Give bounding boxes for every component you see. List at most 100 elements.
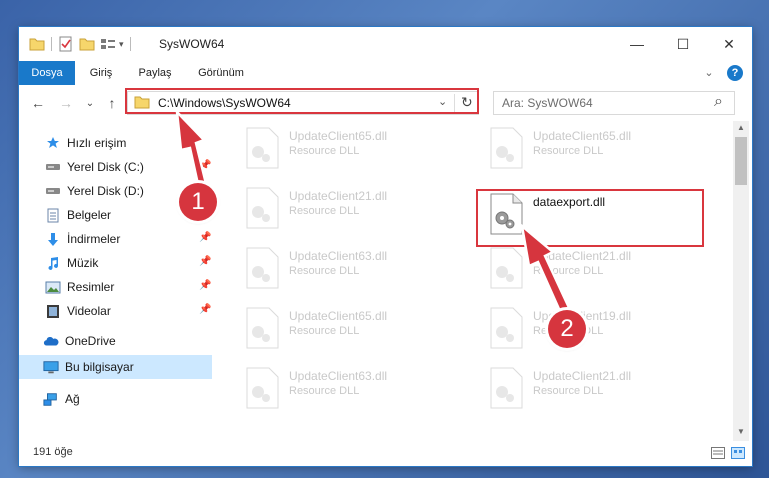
sidebar-item-videos[interactable]: Videolar 📌 xyxy=(19,299,212,323)
network-icon xyxy=(43,391,59,407)
search-box[interactable]: Ara: SysWOW64 ⌕ xyxy=(493,91,735,115)
sidebar-item-music[interactable]: Müzik 📌 xyxy=(19,251,212,275)
tab-gorunum[interactable]: Görünüm xyxy=(191,61,251,85)
file-highlight xyxy=(476,189,704,247)
minimize-button[interactable]: — xyxy=(614,27,660,61)
drive-icon xyxy=(45,183,61,199)
scroll-down-icon[interactable]: ▼ xyxy=(737,427,745,436)
search-icon[interactable]: ⌕ xyxy=(714,93,723,111)
dll-file-icon xyxy=(246,307,279,349)
file-name: UpdateClient65.dll xyxy=(289,129,388,143)
file-name: UpdateClient65.dll xyxy=(533,129,632,143)
file-item[interactable]: UpdateClient65.dll Resource DLL xyxy=(235,301,450,353)
file-type: Resource DLL xyxy=(289,145,360,157)
scrollbar-thumb[interactable] xyxy=(735,137,747,185)
cloud-icon xyxy=(43,333,59,349)
dll-file-icon xyxy=(490,247,523,289)
maximize-button[interactable]: ☐ xyxy=(660,27,706,61)
properties-icon[interactable] xyxy=(58,36,74,52)
dll-file-icon xyxy=(490,367,523,409)
forward-button[interactable]: → xyxy=(57,94,75,112)
sidebar-item-label: Bu bilgisayar xyxy=(65,360,134,374)
sidebar-item-label: Resimler xyxy=(67,280,115,294)
sidebar-item-label: Ağ xyxy=(65,392,80,406)
file-item[interactable]: UpdateClient21.dll Resource DLL xyxy=(235,181,450,233)
file-item[interactable]: UpdateClient65.dll Resource DLL xyxy=(235,121,450,173)
pin-icon: 📌 xyxy=(199,256,212,267)
file-list: UpdateClient65.dll Resource DLL UpdateCl… xyxy=(215,121,733,441)
file-name: UpdateClient21.dll xyxy=(533,249,632,263)
back-button[interactable]: ← xyxy=(29,94,47,112)
file-name: UpdateClient21.dll xyxy=(533,369,632,383)
sidebar-item-pictures[interactable]: Resimler 📌 xyxy=(19,275,212,299)
folder-icon[interactable] xyxy=(29,37,45,51)
dll-file-icon xyxy=(490,307,523,349)
pin-icon: 📌 xyxy=(199,232,212,243)
scroll-up-icon[interactable]: ▲ xyxy=(737,123,745,132)
navigation-pane: Hızlı erişim Yerel Disk (C:) 📌 Yerel Dis… xyxy=(19,121,212,441)
download-icon xyxy=(45,231,61,247)
music-icon xyxy=(45,255,61,271)
recent-locations-button[interactable]: ⌄ xyxy=(81,94,99,112)
file-item[interactable]: UpdateClient21.dll Resource DLL xyxy=(479,241,694,293)
star-icon xyxy=(45,135,61,151)
help-icon[interactable]: ? xyxy=(727,65,743,81)
up-button[interactable]: ↑ xyxy=(103,94,121,112)
file-type: Resource DLL xyxy=(289,205,360,217)
close-button[interactable]: ✕ xyxy=(706,27,752,61)
file-type: Resource DLL xyxy=(533,385,604,397)
sidebar-item-label: Videolar xyxy=(67,304,111,318)
customize-icon[interactable] xyxy=(100,37,116,51)
picture-icon xyxy=(45,279,61,295)
window-title: SysWOW64 xyxy=(159,37,225,51)
sidebar-item-disk-c[interactable]: Yerel Disk (C:) 📌 xyxy=(19,155,212,179)
dll-file-icon xyxy=(490,127,523,169)
file-type: Resource DLL xyxy=(289,265,360,277)
file-item[interactable]: UpdateClient65.dll Resource DLL xyxy=(479,121,694,173)
dll-file-icon xyxy=(246,127,279,169)
status-bar: 191 öğe xyxy=(19,441,752,466)
tab-dosya[interactable]: Dosya xyxy=(19,61,75,85)
sidebar-item-this-pc[interactable]: Bu bilgisayar xyxy=(19,355,212,379)
sidebar-item-label: Yerel Disk (C:) xyxy=(67,160,144,174)
vertical-scrollbar[interactable]: ▲ ▼ xyxy=(733,121,749,441)
sidebar-item-quick-access[interactable]: Hızlı erişim xyxy=(19,131,212,155)
pin-icon: 📌 xyxy=(199,280,212,291)
dll-file-icon xyxy=(246,367,279,409)
sidebar-item-network[interactable]: Ağ xyxy=(19,387,212,411)
file-item[interactable]: UpdateClient63.dll Resource DLL xyxy=(235,241,450,293)
dll-file-icon xyxy=(246,187,279,229)
pin-icon: 📌 xyxy=(199,160,212,171)
ribbon-tabs: Dosya Giriş Paylaş Görünüm ⌄ ? xyxy=(19,61,752,86)
file-type: Resource DLL xyxy=(289,385,360,397)
title-bar: ▾ SysWOW64 — ☐ ✕ xyxy=(19,27,752,61)
tab-giris[interactable]: Giriş xyxy=(81,61,121,85)
quick-access-toolbar: ▾ xyxy=(29,36,137,52)
details-view-icon[interactable] xyxy=(711,447,725,459)
search-placeholder[interactable]: Ara: SysWOW64 xyxy=(502,96,593,110)
file-item[interactable]: UpdateClient63.dll Resource DLL xyxy=(235,361,450,413)
sidebar-item-label: OneDrive xyxy=(65,334,116,348)
sidebar-item-label: Hızlı erişim xyxy=(67,136,127,150)
sidebar-item-downloads[interactable]: İndirmeler 📌 xyxy=(19,227,212,251)
navigation-bar: ← → ⌄ ↑ C:\Windows\SysWOW64 ⌄ ↻ Ara: Sys… xyxy=(19,85,752,121)
dll-file-icon xyxy=(246,247,279,289)
chevron-down-icon[interactable]: ▾ xyxy=(119,39,124,50)
file-type: Resource DLL xyxy=(533,265,604,277)
file-item[interactable]: UpdateClient19.dll Resource DLL xyxy=(479,301,694,353)
file-name: UpdateClient63.dll xyxy=(289,249,388,263)
sidebar-item-onedrive[interactable]: OneDrive xyxy=(19,329,212,353)
drive-icon xyxy=(45,159,61,175)
large-icons-view-icon[interactable] xyxy=(731,447,745,459)
pin-icon: 📌 xyxy=(199,304,212,315)
ribbon-expand-icon[interactable]: ⌄ xyxy=(701,61,717,85)
computer-icon xyxy=(43,359,59,375)
address-bar-highlight xyxy=(125,88,479,114)
tab-paylas[interactable]: Paylaş xyxy=(131,61,179,85)
file-name: UpdateClient21.dll xyxy=(289,189,388,203)
item-count: 191 öğe xyxy=(33,446,73,458)
new-folder-icon[interactable] xyxy=(79,37,95,51)
sidebar-item-label: İndirmeler xyxy=(67,232,121,246)
explorer-window: ▾ SysWOW64 — ☐ ✕ Dosya Giriş Paylaş Görü… xyxy=(19,27,752,466)
file-item[interactable]: UpdateClient21.dll Resource DLL xyxy=(479,361,694,413)
